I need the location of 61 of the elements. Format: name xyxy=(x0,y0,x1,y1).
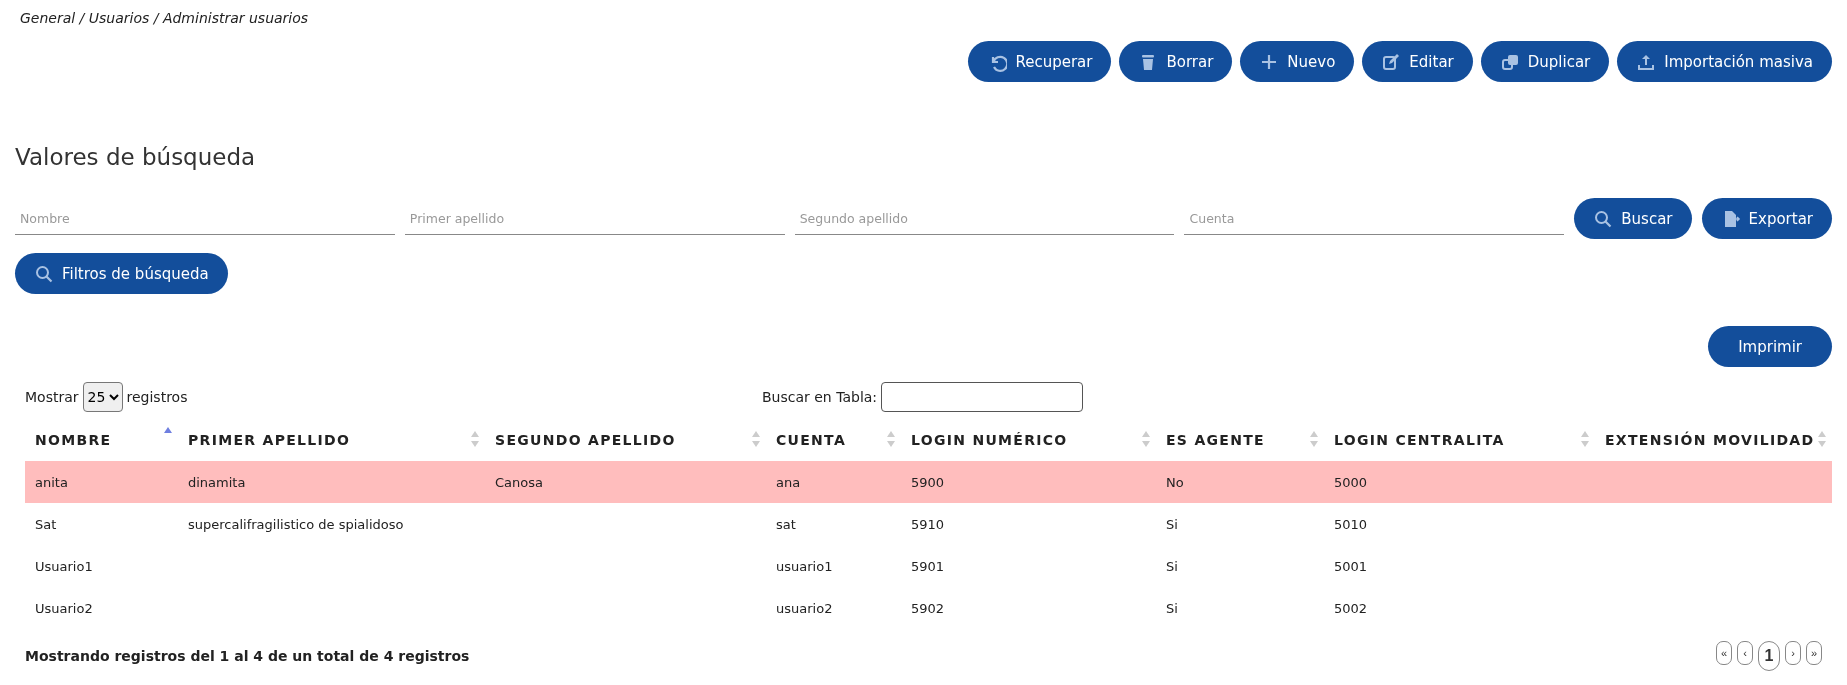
export-button[interactable]: Exportar xyxy=(1701,198,1832,239)
table-row[interactable]: Usuario1 usuario1 5901 Si 5001 xyxy=(25,545,1832,587)
filters-button[interactable]: Filtros de búsqueda xyxy=(15,253,228,294)
column-header[interactable]: LOGIN CENTRALITA xyxy=(1324,419,1595,461)
table-cell: 5001 xyxy=(1334,558,1368,574)
page-button[interactable]: › xyxy=(1785,641,1801,665)
breadcrumb: General / Usuarios / Administrar usuarios xyxy=(19,9,310,28)
page-button[interactable]: « xyxy=(1716,641,1732,665)
table-search-field[interactable] xyxy=(881,382,1084,412)
length-label: registros xyxy=(126,389,188,405)
table-cell: 5002 xyxy=(1334,600,1368,616)
column-header[interactable]: CUENTA xyxy=(766,419,901,461)
column-header[interactable]: ES AGENTE xyxy=(1156,419,1324,461)
table-cell: supercalifragilistico de spialidoso xyxy=(188,516,404,532)
page-button[interactable]: ‹ xyxy=(1737,641,1753,665)
print-button[interactable]: Imprimir xyxy=(1708,326,1832,367)
table-row[interactable]: Usuario2 usuario2 5902 Si 5002 xyxy=(25,587,1832,629)
table-cell: usuario1 xyxy=(776,558,833,574)
column-header[interactable]: LOGIN NUMÉRICO xyxy=(901,419,1156,461)
toolbar-button[interactable]: Duplicar xyxy=(1480,41,1610,82)
table-info: Mostrando registros del 1 al 4 de un total de 4 registros xyxy=(25,648,470,664)
column-header[interactable]: PRIMER APELLIDO xyxy=(178,419,485,461)
toolbar-button[interactable]: Recuperar xyxy=(968,41,1112,82)
page-button[interactable]: » xyxy=(1806,641,1822,665)
table-cell: 5902 xyxy=(911,600,945,616)
table-cell: Usuario1 xyxy=(35,558,93,574)
table-cell: Canosa xyxy=(495,474,543,490)
table-cell: Sat xyxy=(35,516,57,532)
table-cell: 5010 xyxy=(1334,516,1368,532)
column-header[interactable]: NOMBRE xyxy=(25,419,178,461)
table-row[interactable]: Sat supercalifragilistico de spialidoso sat 5910 Si 5010 xyxy=(25,503,1832,545)
table-cell: dinamita xyxy=(188,474,246,490)
table-cell: usuario2 xyxy=(776,600,833,616)
page-size-select[interactable]: 25 xyxy=(82,382,123,412)
toolbar-button[interactable]: Nuevo xyxy=(1240,41,1355,82)
length-label: Mostrar xyxy=(25,389,79,405)
section-title: Valores de búsqueda xyxy=(15,144,257,170)
column-header[interactable]: EXTENSIÓN MOVILIDAD xyxy=(1595,419,1832,461)
page-button[interactable]: 1 xyxy=(1758,641,1780,671)
edit-icon xyxy=(1381,51,1402,72)
table-cell: ana xyxy=(776,474,801,490)
table-cell: 5910 xyxy=(911,516,945,532)
table-cell: Si xyxy=(1166,558,1178,574)
table-row[interactable]: anita dinamita Canosa ana 5900 No 5000 xyxy=(25,461,1832,503)
column-header[interactable]: SEGUNDO APELLIDO xyxy=(485,419,766,461)
table-cell: No xyxy=(1166,474,1184,490)
table-cell: sat xyxy=(776,516,796,532)
search-icon xyxy=(1593,208,1614,229)
table-cell: 5901 xyxy=(911,558,945,574)
toolbar-button[interactable]: Borrar xyxy=(1119,41,1233,82)
table-cell: 5000 xyxy=(1334,474,1368,490)
table-cell: 5900 xyxy=(911,474,945,490)
toolbar-button[interactable]: Editar xyxy=(1362,41,1473,82)
table-cell: Si xyxy=(1166,600,1178,616)
toolbar-button[interactable]: Importación masiva xyxy=(1617,41,1832,82)
table-cell: Si xyxy=(1166,516,1178,532)
search-icon xyxy=(34,263,54,284)
table-cell: anita xyxy=(35,474,68,490)
search-button[interactable]: Buscar xyxy=(1574,198,1692,239)
table-cell: Usuario2 xyxy=(35,600,93,616)
table-search-label: Buscar en Tabla: xyxy=(762,389,878,405)
